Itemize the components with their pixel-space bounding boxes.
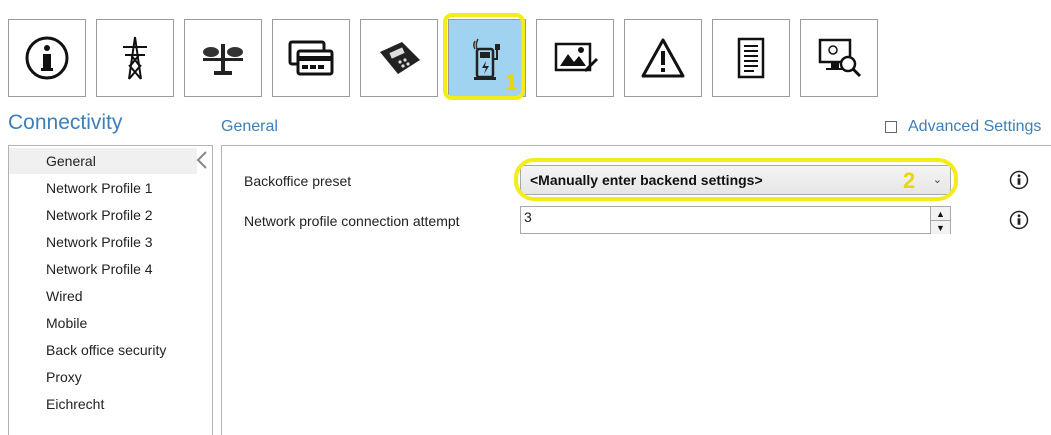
sidebar-item-network-profile-1[interactable]: Network Profile 1 bbox=[9, 175, 197, 201]
payment-cards-icon bbox=[288, 40, 334, 76]
sidebar: General Network Profile 1 Network Profil… bbox=[8, 145, 213, 435]
backoffice-preset-label: Backoffice preset bbox=[244, 173, 352, 189]
connection-attempt-label: Network profile connection attempt bbox=[244, 213, 460, 229]
info-button[interactable] bbox=[8, 19, 86, 97]
stepper-down-button[interactable]: ▼ bbox=[931, 221, 950, 234]
advanced-settings-checkbox[interactable] bbox=[885, 121, 897, 133]
connection-attempt-stepper: ▲ ▼ bbox=[931, 206, 951, 234]
warnings-button[interactable] bbox=[624, 19, 702, 97]
image-edit-icon bbox=[554, 42, 598, 72]
sidebar-item-network-profile-3[interactable]: Network Profile 3 bbox=[9, 229, 197, 255]
stepper-up-button[interactable]: ▲ bbox=[931, 207, 950, 221]
sidebar-item-general[interactable]: General bbox=[9, 148, 197, 174]
info-icon[interactable] bbox=[1009, 210, 1029, 230]
documents-button[interactable] bbox=[712, 19, 790, 97]
info-circle-icon bbox=[25, 36, 69, 80]
monitor-search-icon bbox=[818, 38, 862, 78]
power-tower-icon bbox=[123, 36, 147, 80]
connection-attempt-input[interactable]: 3 bbox=[520, 206, 931, 234]
chevron-left-icon[interactable] bbox=[195, 150, 209, 170]
balance-scale-icon bbox=[203, 44, 243, 75]
ev-charger-connectivity-icon bbox=[473, 38, 500, 80]
page-title: Connectivity bbox=[8, 111, 123, 134]
document-icon bbox=[737, 37, 765, 79]
warning-icon bbox=[641, 38, 685, 78]
sidebar-item-proxy[interactable]: Proxy bbox=[9, 364, 197, 390]
sidebar-item-network-profile-2[interactable]: Network Profile 2 bbox=[9, 202, 197, 228]
sidebar-item-eichrecht[interactable]: Eichrecht bbox=[9, 391, 197, 417]
chevron-down-icon: ⌄ bbox=[932, 174, 942, 186]
annotation-marker-2: 2 bbox=[903, 168, 916, 193]
card-terminal-icon bbox=[380, 42, 420, 74]
diagnostics-button[interactable] bbox=[800, 19, 878, 97]
measuring-button[interactable] bbox=[184, 19, 262, 97]
sidebar-item-wired[interactable]: Wired bbox=[9, 283, 197, 309]
backoffice-preset-value: <Manually enter backend settings> bbox=[530, 172, 763, 188]
sidebar-item-mobile[interactable]: Mobile bbox=[9, 310, 197, 336]
power-grid-button[interactable] bbox=[96, 19, 174, 97]
advanced-settings-label: Advanced Settings bbox=[908, 118, 1042, 135]
card-terminal-button[interactable] bbox=[360, 19, 438, 97]
subsection-title: General bbox=[221, 118, 278, 135]
advanced-settings-toggle[interactable]: Advanced Settings bbox=[885, 118, 1041, 136]
payment-button[interactable] bbox=[272, 19, 350, 97]
sidebar-item-network-profile-4[interactable]: Network Profile 4 bbox=[9, 256, 197, 282]
info-icon[interactable] bbox=[1009, 170, 1029, 190]
backoffice-preset-select[interactable]: <Manually enter backend settings> ⌄ bbox=[520, 165, 951, 195]
sidebar-item-back-office-security[interactable]: Back office security bbox=[9, 337, 197, 363]
annotation-marker-1: 1 bbox=[505, 70, 518, 95]
display-button[interactable] bbox=[536, 19, 614, 97]
